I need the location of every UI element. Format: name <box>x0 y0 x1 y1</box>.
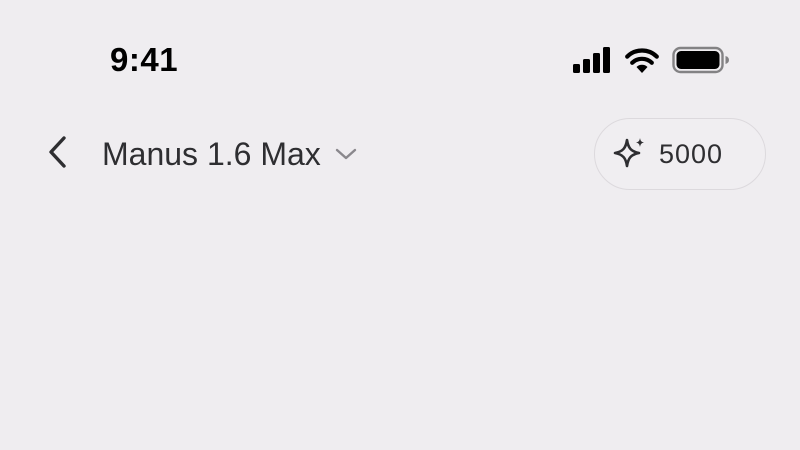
credits-value: 5000 <box>659 139 724 169</box>
chevron-left-icon <box>46 135 70 174</box>
model-title: Manus 1.6 Max <box>102 136 321 172</box>
sparkle-icon <box>611 135 649 173</box>
chevron-down-icon <box>335 147 357 161</box>
back-button[interactable] <box>36 132 80 176</box>
model-selector[interactable]: Manus 1.6 Max <box>102 132 357 176</box>
battery-icon <box>672 46 730 74</box>
status-icons <box>572 44 730 76</box>
credits-button[interactable]: 5000 <box>594 118 766 190</box>
status-bar: 9:41 <box>0 0 800 110</box>
nav-header: Manus 1.6 Max 5000 <box>0 112 800 196</box>
status-time: 9:41 <box>110 41 179 78</box>
cellular-signal-icon <box>572 47 612 73</box>
wifi-icon <box>624 46 660 74</box>
content-area <box>0 196 800 450</box>
app-screen: 9:41 Manus 1.6 Max 5000 <box>0 0 800 450</box>
